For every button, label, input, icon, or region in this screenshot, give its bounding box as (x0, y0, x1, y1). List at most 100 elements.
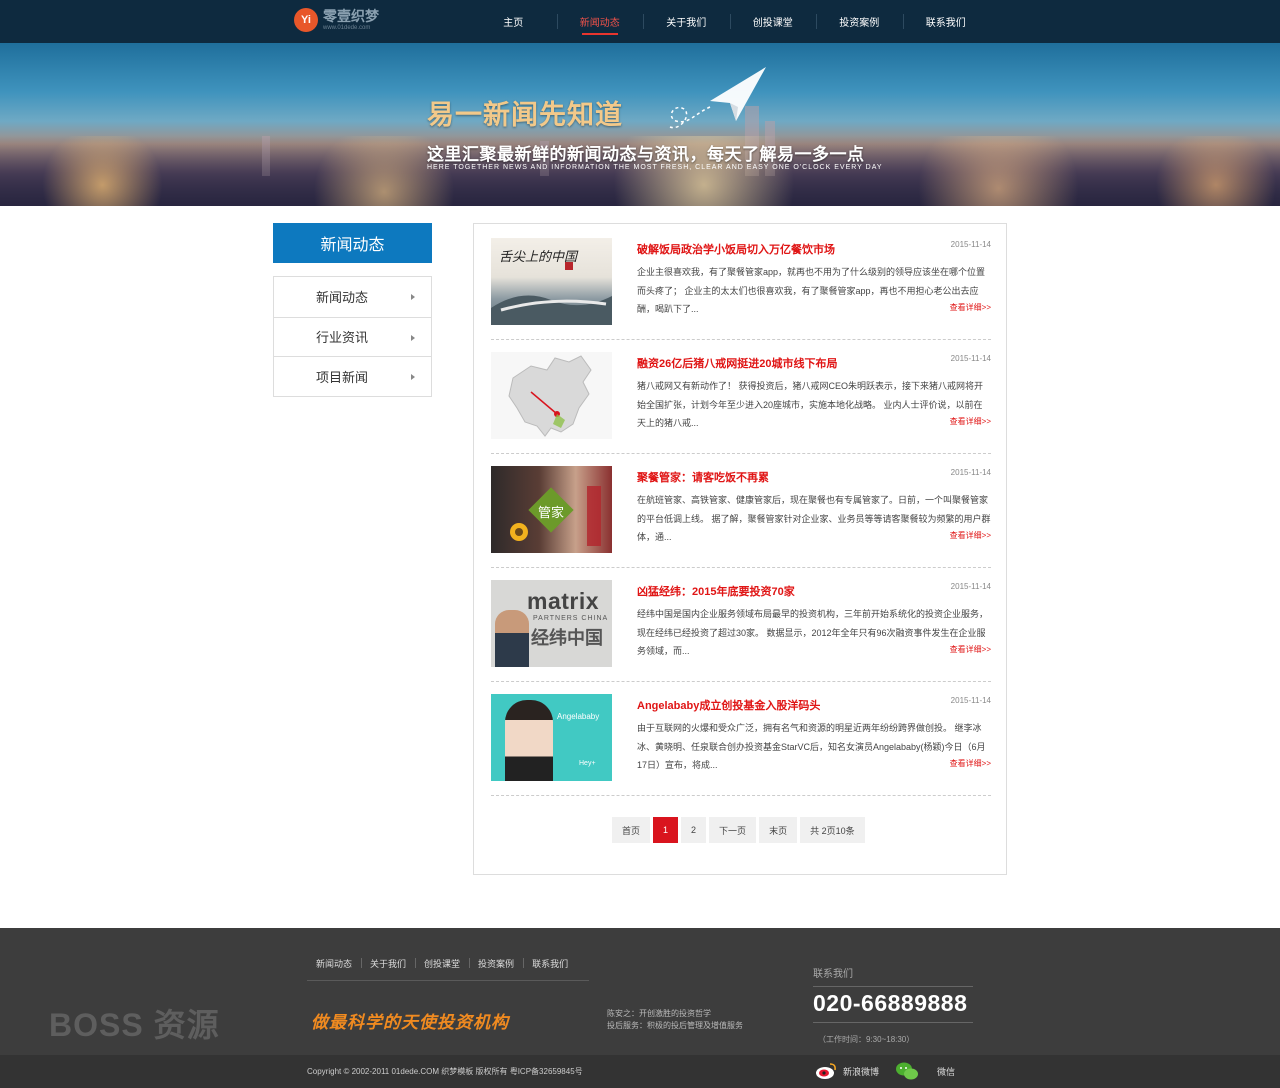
news-title[interactable]: 破解饭局政治学小饭局切入万亿餐饮市场 (637, 241, 835, 257)
paper-plane-icon (669, 67, 766, 129)
weibo-label: 新浪微博 (843, 1066, 880, 1077)
news-thumbnail[interactable]: 管家 (491, 466, 612, 553)
footer-link-news[interactable]: 新闻动态 (307, 957, 361, 980)
logo-name: 零壹织梦 (323, 7, 379, 24)
nav-about[interactable]: 关于我们 (643, 0, 730, 43)
news-date: 2015-11-14 (950, 240, 991, 249)
divider (491, 339, 991, 340)
nav-contact[interactable]: 联系我们 (902, 0, 990, 43)
footer-bottom-bar: Copyright © 2002-2011 01dede.COM 织梦模板 版权… (0, 1055, 1280, 1088)
sidebar-item-label: 新闻动态 (316, 290, 369, 306)
working-hours: （工作时间：9:30~18:30） (818, 1035, 915, 1044)
footer-info-line: 投后服务：积极的投后管理及增值服务 (607, 1021, 743, 1030)
nav-home[interactable]: 主页 (470, 0, 557, 43)
chevron-right-icon (411, 374, 415, 380)
wechat-link[interactable]: 微信 (895, 1061, 955, 1081)
banner-subtitle: 这里汇聚最新鲜的新闻动态与资讯，每天了解易一多一点 (427, 145, 865, 164)
read-more-link[interactable]: 查看详细>> (950, 302, 991, 313)
list-item: Angelababy Hey+ Angelababy成立创投基金入股洋码头 20… (491, 694, 991, 796)
read-more-link[interactable]: 查看详细>> (950, 644, 991, 655)
sidebar-item-project[interactable]: 项目新闻 (274, 356, 431, 396)
pagination: 首页 1 2 下一页 末页 共 2页10条 (612, 817, 865, 843)
sidebar-item-news[interactable]: 新闻动态 (274, 277, 431, 317)
first-page-button[interactable]: 首页 (612, 817, 651, 843)
hero-banner: 易一新闻先知道 这里汇聚最新鲜的新闻动态与资讯，每天了解易一多一点 HERE T… (0, 43, 1280, 206)
china-map-icon (508, 355, 592, 437)
divider (491, 453, 991, 454)
sidebar-item-label: 项目新闻 (316, 369, 369, 385)
weibo-icon (816, 1063, 836, 1079)
news-title[interactable]: 聚餐管家：请客吃饭不再累 (637, 469, 769, 485)
news-thumbnail[interactable]: Angelababy Hey+ (491, 694, 612, 781)
divider (491, 681, 991, 682)
list-item: matrix PARTNERS CHINA 经纬中国 凶猛经纬：2015年底要投… (491, 580, 991, 682)
read-more-link[interactable]: 查看详细>> (950, 416, 991, 427)
sidebar-menu: 新闻动态 行业资讯 项目新闻 (273, 276, 432, 397)
sidebar-item-label: 行业资讯 (316, 330, 369, 346)
next-page-button[interactable]: 下一页 (709, 817, 757, 843)
banner-title: 易一新闻先知道 (427, 100, 623, 130)
weibo-link[interactable]: 新浪微博 (815, 1061, 879, 1081)
news-title[interactable]: 凶猛经纬：2015年底要投资70家 (637, 583, 795, 599)
thumbnail-caption: 管家 (538, 505, 565, 520)
watermark: BOSS 资源 (49, 1007, 220, 1043)
list-item: 融资26亿后猪八戒网挺进20城市线下布局 2015-11-14 猪八戒网又有新动… (491, 352, 991, 454)
divider (491, 567, 991, 568)
page-1-button[interactable]: 1 (653, 817, 679, 843)
chevron-right-icon (411, 334, 415, 341)
thumbnail-subcaption: Hey+ (579, 760, 596, 767)
person-photo (505, 700, 553, 781)
wechat-label: 微信 (937, 1066, 956, 1077)
news-title[interactable]: Angelababy成立创投基金入股洋码头 (637, 697, 820, 713)
news-date: 2015-11-14 (950, 468, 991, 477)
footer-nav: 新闻动态 关于我们 创投课堂 投资案例 联系我们 (307, 957, 589, 981)
news-summary: 由于互联网的火爆和受众广泛，拥有名气和资源的明星近两年纷纷跨界做创投。 继李冰冰… (637, 723, 986, 770)
chevron-right-icon (411, 294, 415, 300)
news-date: 2015-11-14 (950, 354, 991, 363)
thumbnail-subcaption: PARTNERS CHINA (533, 615, 609, 622)
news-thumbnail[interactable]: matrix PARTNERS CHINA 经纬中国 (491, 580, 612, 667)
footer-info-line: 陈安之：开创激胜的投资哲学 (607, 1009, 711, 1018)
sidebar-title: 新闻动态 (273, 223, 432, 263)
news-title[interactable]: 融资26亿后猪八戒网挺进20城市线下布局 (637, 355, 837, 371)
page-2-button[interactable]: 2 (681, 817, 707, 843)
footer-link-contact[interactable]: 联系我们 (523, 957, 577, 980)
nav-cases[interactable]: 投资案例 (816, 0, 903, 43)
news-summary: 在航班管家、高铁管家、健康管家后，现在聚餐也有专属管家了。日前，一个叫聚餐管家的… (637, 495, 991, 542)
banner-english: HERE TOGETHER NEWS AND INFORMATION THE M… (427, 164, 883, 171)
thumbnail-cn-caption: 经纬中国 (531, 628, 603, 648)
footer-slogan: 做最科学的天使投资机构 (311, 1013, 509, 1033)
list-item: 管家 聚餐管家：请客吃饭不再累 2015-11-14 在航班管家、高铁管家、健康… (491, 466, 991, 568)
logo-url: www.01dede.com (323, 24, 371, 31)
footer-link-cases[interactable]: 投资案例 (469, 957, 523, 980)
divider (813, 1022, 973, 1023)
read-more-link[interactable]: 查看详细>> (950, 530, 991, 541)
news-date: 2015-11-14 (950, 696, 991, 705)
contact-label: 联系我们 (813, 969, 853, 980)
thumbnail-caption: matrix (527, 588, 600, 614)
nav-class[interactable]: 创投课堂 (729, 0, 817, 43)
thumbnail-caption: Angelababy (557, 712, 600, 721)
nav-news[interactable]: 新闻动态 (556, 0, 644, 43)
news-date: 2015-11-14 (950, 582, 991, 591)
footer-link-about[interactable]: 关于我们 (361, 957, 415, 980)
footer-link-class[interactable]: 创投课堂 (415, 957, 469, 980)
divider (491, 795, 991, 796)
news-thumbnail[interactable]: 舌尖上的中国 (491, 238, 612, 325)
sidebar-item-industry[interactable]: 行业资讯 (274, 316, 431, 357)
last-page-button[interactable]: 末页 (759, 817, 798, 843)
main-nav: 主页 新闻动态 关于我们 创投课堂 投资案例 联系我们 (470, 0, 989, 43)
copyright: Copyright © 2002-2011 01dede.COM 织梦模板 版权… (307, 1067, 583, 1076)
news-summary: 经纬中国是国内企业服务领域布局最早的投资机构，三年前开始系统化的投资企业服务，现… (637, 609, 989, 656)
person-photo (495, 610, 529, 667)
site-logo[interactable]: Yi 零壹织梦 www.01dede.com (294, 8, 379, 32)
news-thumbnail[interactable] (491, 352, 612, 439)
thumbnail-caption: 舌尖上的中国 (499, 250, 578, 265)
divider (813, 986, 973, 987)
footer: BOSS 资源 新闻动态 关于我们 创投课堂 投资案例 联系我们 做最科学的天使… (0, 928, 1280, 1088)
logo-mark-icon: Yi (294, 8, 318, 32)
page-info: 共 2页10条 (800, 817, 865, 843)
wechat-icon (896, 1062, 918, 1080)
footer-info: 陈安之：开创激胜的投资哲学 投后服务：积极的投后管理及增值服务 (607, 1008, 743, 1032)
read-more-link[interactable]: 查看详细>> (950, 758, 991, 769)
